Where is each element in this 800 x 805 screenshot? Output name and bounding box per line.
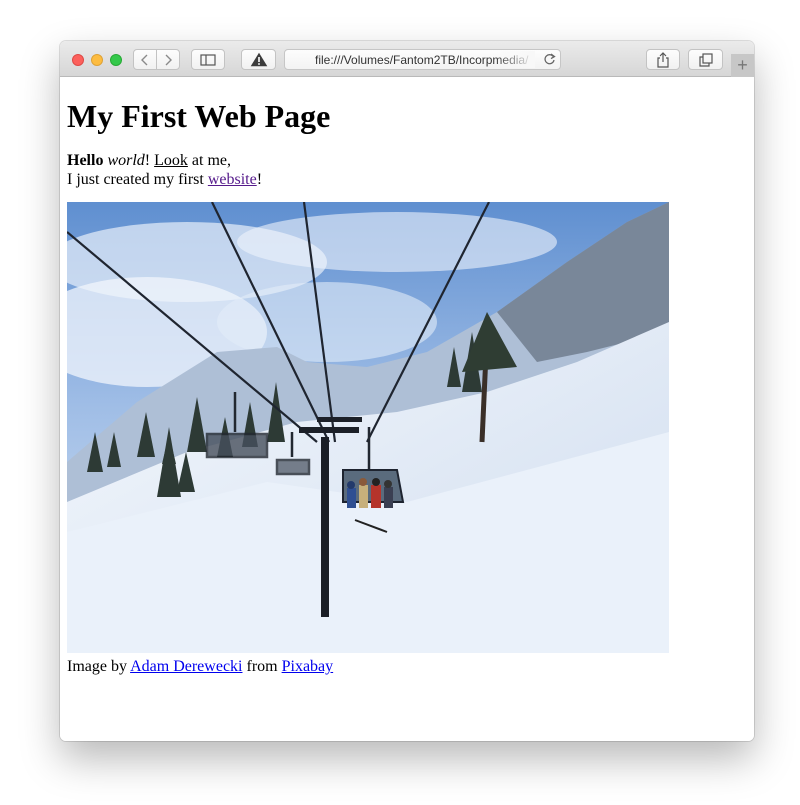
reload-icon — [544, 53, 556, 65]
zoom-window-button[interactable] — [110, 54, 122, 66]
share-button[interactable] — [646, 49, 680, 70]
look-text: Look — [154, 152, 188, 169]
show-tabs-button[interactable] — [688, 49, 723, 70]
website-link[interactable]: website — [208, 171, 257, 188]
hello-text: Hello — [67, 152, 104, 169]
chevron-right-icon — [165, 54, 172, 65]
reload-button[interactable] — [543, 53, 556, 71]
share-icon — [657, 51, 669, 68]
forward-button[interactable] — [156, 49, 180, 70]
tabs-overview-icon — [698, 52, 713, 67]
ski-lift-photo — [67, 202, 669, 653]
sidebar-icon — [200, 53, 216, 66]
page-heading: My First Web Page — [67, 98, 331, 134]
page-content: My First Web Page Hello world! Look at m… — [60, 77, 754, 741]
address-bar[interactable]: file:///Volumes/Fantom2TB/Incorpmedia/ — [284, 49, 561, 70]
warning-icon — [250, 52, 267, 67]
back-button[interactable] — [133, 49, 157, 70]
new-tab-button[interactable]: + — [731, 54, 754, 77]
pixabay-link[interactable]: Pixabay — [282, 658, 334, 675]
sidebar-toggle-button[interactable] — [191, 49, 225, 70]
image-credit: Image by Adam Derewecki from Pixabay — [67, 658, 334, 675]
close-window-button[interactable] — [72, 54, 84, 66]
security-warning-button[interactable] — [241, 49, 276, 70]
chevron-left-icon — [141, 54, 148, 65]
minimize-window-button[interactable] — [91, 54, 103, 66]
world-text: world — [107, 152, 145, 169]
author-link[interactable]: Adam Derewecki — [130, 658, 242, 675]
intro-paragraph: Hello world! Look at me, I just created … — [67, 152, 263, 188]
browser-toolbar: file:///Volumes/Fantom2TB/Incorpmedia/ + — [60, 41, 754, 77]
browser-window: file:///Volumes/Fantom2TB/Incorpmedia/ +… — [60, 41, 754, 741]
plus-icon: + — [737, 55, 748, 75]
